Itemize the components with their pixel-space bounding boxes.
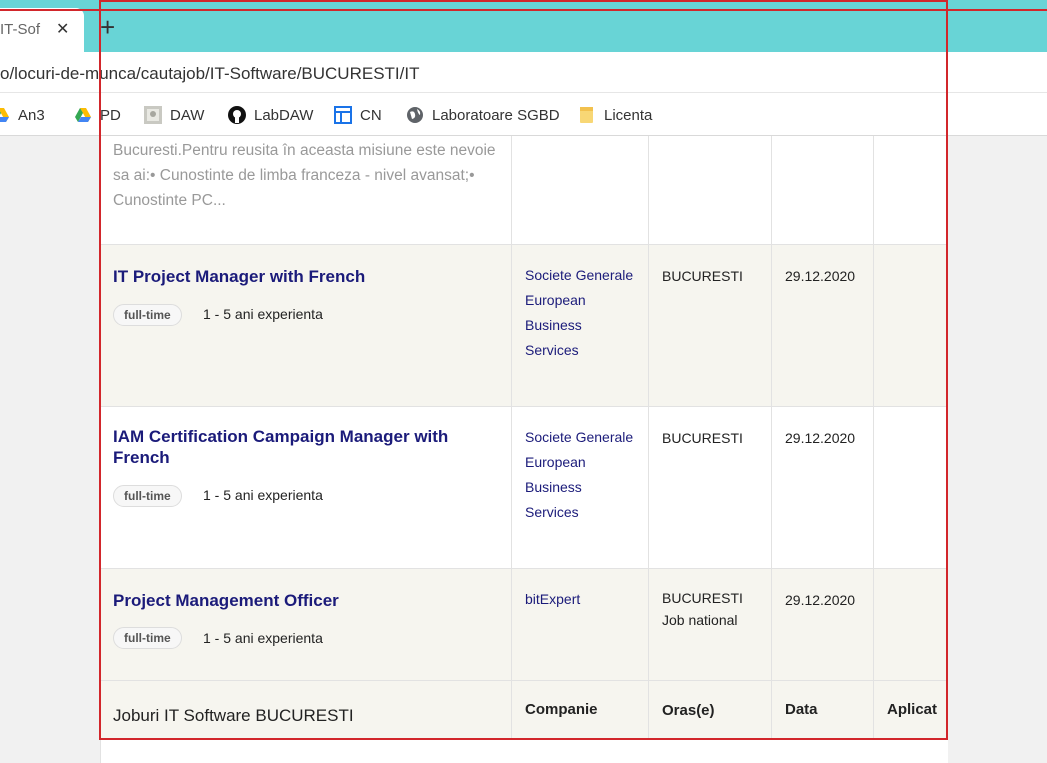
job-listing-table: se alatura echipei Suport Tehnic de la s… — [100, 136, 948, 763]
table-footer-row: Joburi IT Software BUCURESTI Companie Or… — [101, 680, 948, 739]
bookmarks-bar: An3 PD DAW LabDAW CN Laboratoare SGBD Li… — [0, 93, 1047, 136]
column-header-city[interactable]: Oras(e) — [662, 702, 715, 719]
bookmark-labdaw[interactable]: LabDAW — [228, 105, 313, 125]
layout-icon — [334, 106, 352, 124]
job-type-badge: full-time — [113, 304, 182, 326]
company-link[interactable]: Societe Generale European Business Servi… — [525, 425, 635, 525]
table-row: IT Project Manager with French full-time… — [101, 244, 948, 407]
column-header-date[interactable]: Data — [785, 701, 818, 718]
job-title-link[interactable]: Project Management Officer — [113, 590, 473, 611]
city-text: BUCURESTI — [662, 590, 743, 606]
google-drive-icon — [0, 106, 10, 124]
bookmark-licenta[interactable]: Licenta — [578, 105, 652, 125]
experience-text: 1 - 5 ani experienta — [203, 630, 323, 646]
url-text[interactable]: o/locuri-de-munca/cautajob/IT-Software/B… — [0, 64, 419, 84]
city-extra-text: Job national — [662, 612, 738, 628]
bookmark-cn[interactable]: CN — [334, 105, 382, 125]
section-title: Joburi IT Software BUCURESTI — [113, 706, 354, 725]
globe-icon — [406, 106, 424, 124]
city-text: BUCURESTI — [662, 430, 743, 446]
date-text: 29.12.2020 — [785, 430, 856, 446]
city-text: BUCURESTI — [662, 268, 743, 284]
date-text: 29.12.2020 — [785, 268, 856, 284]
column-header-company[interactable]: Companie — [525, 701, 598, 718]
tab-title: IT-Sof — [0, 21, 41, 38]
job-title-link[interactable]: IAM Certification Campaign Manager with … — [113, 426, 473, 468]
github-icon — [228, 106, 246, 124]
job-description: se alatura echipei Suport Tehnic de la s… — [113, 142, 496, 209]
table-row: IAM Certification Campaign Manager with … — [101, 406, 948, 569]
bookmark-pd[interactable]: PD — [74, 105, 121, 125]
table-row: se alatura echipei Suport Tehnic de la s… — [101, 136, 948, 244]
table-row: Project Management Officer full-time 1 -… — [101, 568, 948, 681]
job-type-badge: full-time — [113, 627, 182, 649]
browser-tab[interactable]: IT-Sof ✕ — [0, 8, 84, 52]
tab-strip: IT-Sof ✕ + — [0, 0, 1047, 52]
company-link[interactable]: bitExpert — [525, 587, 635, 612]
job-type-badge: full-time — [113, 485, 182, 507]
company-link[interactable]: Societe Generale European Business Servi… — [525, 263, 635, 363]
experience-text: 1 - 5 ani experienta — [203, 306, 323, 322]
new-tab-button[interactable]: + — [100, 14, 115, 40]
date-text: 29.12.2020 — [785, 592, 856, 608]
bookmark-daw[interactable]: DAW — [144, 105, 204, 125]
google-drive-icon — [74, 106, 92, 124]
image-thumbnail-icon — [144, 106, 162, 124]
column-header-apply[interactable]: Aplicat — [887, 701, 937, 718]
bookmark-laboratoare-sgbd[interactable]: Laboratoare SGBD — [406, 105, 560, 125]
close-icon[interactable]: ✕ — [56, 19, 69, 39]
address-bar[interactable]: o/locuri-de-munca/cautajob/IT-Software/B… — [0, 52, 1047, 93]
bookmark-an3[interactable]: An3 — [0, 105, 45, 125]
job-title-link[interactable]: IT Project Manager with French — [113, 266, 473, 287]
table-bottom-border — [101, 738, 948, 763]
experience-text: 1 - 5 ani experienta — [203, 487, 323, 503]
folder-icon — [578, 106, 596, 124]
